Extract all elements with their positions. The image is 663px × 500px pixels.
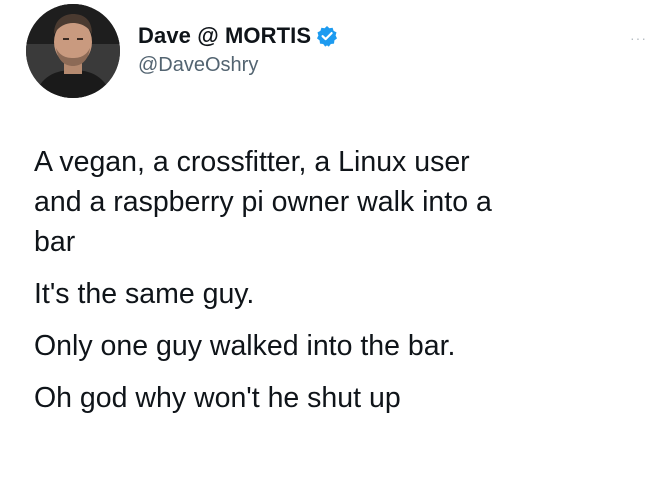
tweet-paragraph-2: It's the same guy. bbox=[34, 278, 255, 310]
display-name-row: Dave @ MORTIS bbox=[138, 22, 338, 50]
avatar[interactable] bbox=[26, 4, 120, 98]
tweet-paragraph-4: Oh god why won't he shut up bbox=[34, 382, 401, 414]
user-info: Dave @ MORTIS @DaveOshry bbox=[138, 22, 338, 77]
tweet-card: Dave @ MORTIS @DaveOshry ··· A vegan, a … bbox=[0, 0, 663, 500]
tweet-paragraph-1: A vegan, a crossfitter, a Linux user and… bbox=[34, 146, 492, 258]
tweet-header: Dave @ MORTIS @DaveOshry ··· bbox=[26, 4, 646, 100]
display-name[interactable]: Dave @ MORTIS bbox=[138, 23, 311, 49]
verified-badge-icon bbox=[316, 25, 338, 47]
user-handle[interactable]: @DaveOshry bbox=[138, 54, 338, 77]
tweet-paragraph-3: Only one guy walked into the bar. bbox=[34, 330, 456, 362]
avatar-image bbox=[26, 4, 120, 98]
tweet-text: A vegan, a crossfitter, a Linux user and… bbox=[34, 142, 654, 430]
more-icon[interactable]: ··· bbox=[630, 30, 647, 46]
